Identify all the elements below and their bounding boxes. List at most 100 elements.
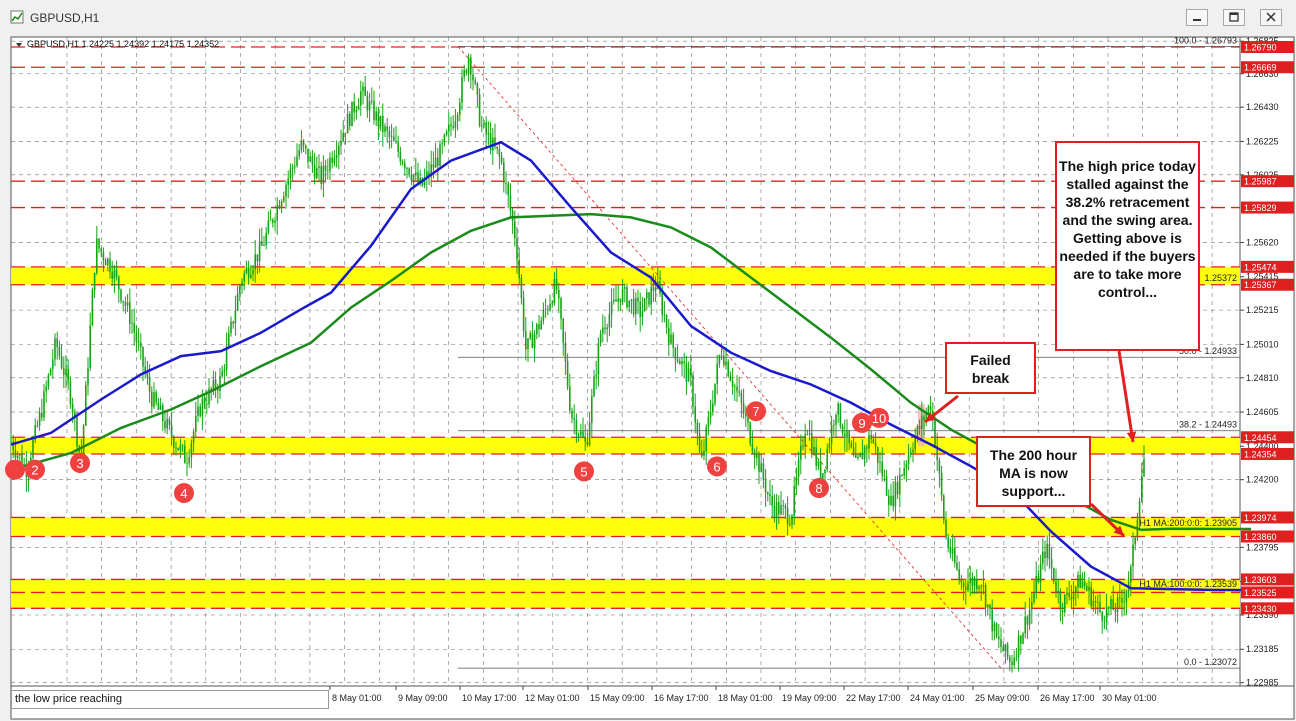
candle-body: [241, 281, 243, 286]
candle-body: [170, 424, 173, 438]
candle-body: [256, 254, 259, 262]
candle-body: [186, 463, 188, 464]
candle-body: [896, 481, 899, 495]
candle-body: [852, 447, 855, 456]
candle-body: [454, 121, 457, 128]
candle-body: [184, 445, 186, 464]
time-axis-label: 18 May 01:00: [718, 693, 773, 703]
candle-body: [489, 133, 492, 151]
candle-body: [835, 414, 837, 425]
candle-body: [509, 195, 512, 211]
candle-body: [914, 437, 916, 450]
candle-body: [197, 406, 199, 416]
candle-body: [910, 452, 912, 455]
candle-body: [485, 122, 487, 135]
candle-body: [1057, 590, 1059, 592]
candle-body: [393, 136, 395, 142]
candle-body: [786, 508, 789, 525]
candle-body: [199, 406, 201, 416]
candle-body: [93, 272, 96, 291]
minimize-icon: [1193, 19, 1201, 21]
candle-body: [351, 101, 353, 127]
candle-body: [630, 299, 633, 301]
candle-body: [984, 585, 987, 608]
candle-body: [593, 376, 595, 397]
candle-body: [692, 375, 694, 407]
support-resistance-zone: [11, 517, 1240, 537]
candle-body: [859, 453, 861, 457]
candle-body: [52, 359, 54, 369]
candle-body: [448, 124, 450, 132]
price-chart[interactable]: 100.0 - 1.2679350.0 - 1.2493338.2 - 1.24…: [0, 34, 1296, 721]
candle-body: [993, 623, 996, 632]
candle-body: [795, 477, 798, 487]
candle-body: [309, 156, 311, 162]
candle-body: [461, 77, 463, 103]
price-axis-label: 1.23185: [1246, 644, 1279, 654]
close-icon: [1266, 12, 1276, 22]
restore-button[interactable]: [1223, 9, 1245, 26]
candle-body: [234, 310, 237, 324]
candle-body: [806, 434, 809, 435]
candle-body: [1059, 590, 1062, 610]
candle-body: [679, 361, 681, 365]
candle-body: [608, 314, 611, 328]
candle-body: [272, 219, 274, 223]
candle-body: [346, 113, 349, 134]
candle-body: [470, 57, 472, 75]
candle-body: [47, 375, 50, 387]
candle-body: [626, 287, 628, 308]
price-level-tag-label: 1.25367: [1244, 280, 1277, 290]
candle-body: [276, 205, 278, 221]
candle-body: [481, 125, 483, 127]
candle-body: [206, 404, 208, 405]
candle-body: [553, 278, 556, 304]
candle-body: [969, 577, 971, 584]
candle-body: [837, 403, 839, 415]
candle-body: [769, 494, 771, 496]
candle-body: [291, 167, 294, 169]
candle-body: [104, 260, 107, 266]
candle-body: [1033, 593, 1035, 602]
candle-body: [921, 416, 923, 429]
candle-body: [527, 338, 529, 350]
candle-body: [267, 220, 270, 233]
candle-body: [826, 448, 828, 470]
time-axis-label: 24 May 01:00: [910, 693, 965, 703]
candle-body: [536, 324, 538, 335]
candle-body: [1086, 585, 1088, 591]
candle-body: [956, 562, 958, 570]
candle-body: [571, 410, 573, 419]
swing-area-annotation-text: The high price today stalled against the…: [1059, 158, 1196, 300]
price-level-tag-label: 1.23525: [1244, 588, 1277, 598]
candle-body: [203, 398, 206, 405]
close-button[interactable]: [1260, 9, 1282, 26]
candle-body: [597, 343, 600, 375]
candle-body: [181, 445, 184, 447]
candle-body: [562, 318, 564, 343]
candle-body: [540, 320, 542, 330]
candle-body: [1004, 644, 1007, 652]
candle-body: [760, 463, 762, 473]
candle-body: [1072, 592, 1075, 600]
candle-body: [773, 505, 776, 517]
minimize-button[interactable]: [1186, 9, 1208, 26]
candle-body: [980, 586, 982, 588]
candle-body: [668, 327, 670, 344]
time-axis-label: 9 May 09:00: [398, 693, 448, 703]
candle-body: [137, 341, 140, 343]
candle-body: [113, 270, 116, 279]
candle-body: [606, 327, 608, 330]
candle-body: [588, 423, 591, 445]
candle-body: [395, 141, 397, 143]
candle-body: [1024, 616, 1026, 634]
price-axis-label: 1.26225: [1246, 136, 1279, 146]
candle-body: [96, 238, 98, 273]
swing-marker-label: 8: [815, 481, 822, 496]
candle-body: [342, 132, 344, 141]
candle-body: [1114, 609, 1117, 612]
candle-body: [230, 321, 232, 334]
candle-body: [648, 292, 650, 305]
candle-body: [923, 416, 925, 421]
price-level-tag-label: 1.26790: [1244, 43, 1277, 53]
